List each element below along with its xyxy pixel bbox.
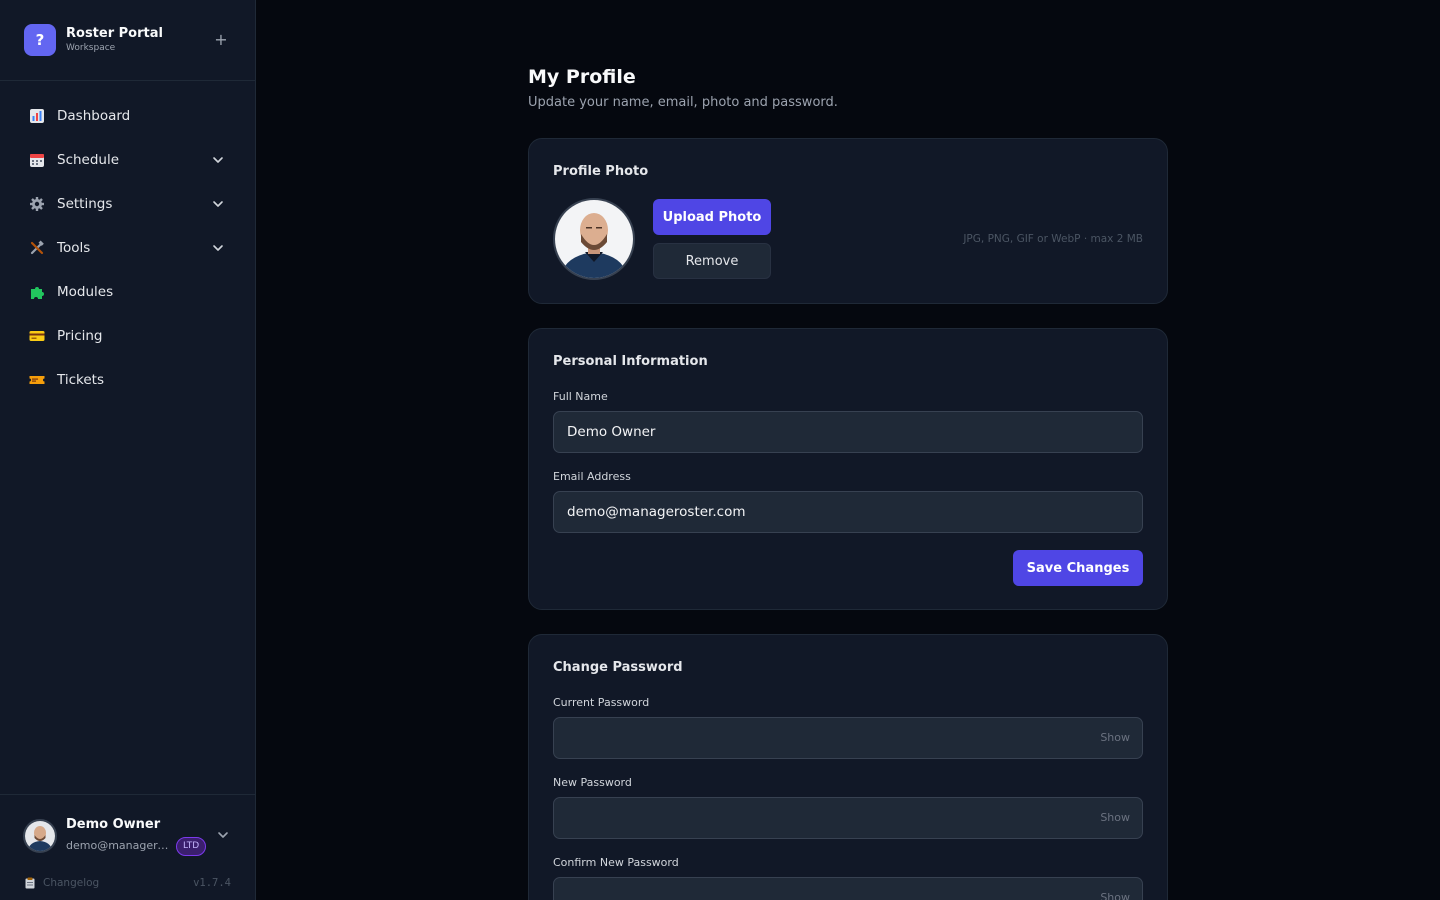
sidebar-item-label: Tickets xyxy=(57,372,104,388)
current-password-label: Current Password xyxy=(553,696,650,709)
sidebar-item-label: Schedule xyxy=(57,152,120,168)
save-changes-button[interactable]: Save Changes xyxy=(1013,550,1143,586)
confirm-password-input[interactable]: Show xyxy=(553,877,1143,900)
bar-chart-icon xyxy=(28,107,46,125)
card-title: Personal Information xyxy=(553,354,708,369)
sidebar-item-dashboard[interactable]: Dashboard xyxy=(0,94,255,138)
chevron-down-icon[interactable] xyxy=(211,153,225,167)
page-subtitle: Update your name, email, photo and passw… xyxy=(528,95,838,110)
sidebar-nav: Dashboard Schedule Settings Tools Module… xyxy=(0,81,255,402)
profile-photo-card: Profile Photo Upload Photo Remove JPG, P… xyxy=(528,138,1168,304)
brand-subtitle: Workspace xyxy=(66,43,116,53)
current-password-input[interactable]: Show xyxy=(553,717,1143,759)
app-version: v1.7.4 xyxy=(193,877,231,889)
ticket-icon xyxy=(28,371,46,389)
changelog-label: Changelog xyxy=(43,877,100,889)
brand-text: Roster Portal Workspace xyxy=(66,26,163,54)
sidebar-item-tools[interactable]: Tools xyxy=(0,226,255,270)
chevron-down-icon[interactable] xyxy=(211,197,225,211)
chevron-down-icon[interactable] xyxy=(216,828,230,842)
email-label: Email Address xyxy=(553,470,631,483)
gear-icon xyxy=(28,195,46,213)
photo-format-hint: JPG, PNG, GIF or WebP · max 2 MB xyxy=(963,233,1143,245)
brand-logo[interactable]: ? xyxy=(24,24,56,56)
show-password-toggle[interactable]: Show xyxy=(1100,731,1130,744)
show-password-toggle[interactable]: Show xyxy=(1100,891,1130,900)
sidebar-item-label: Settings xyxy=(57,196,113,212)
calendar-icon xyxy=(28,151,46,169)
confirm-password-label: Confirm New Password xyxy=(553,856,679,869)
upload-photo-button[interactable]: Upload Photo xyxy=(653,199,771,235)
changelog-link[interactable]: Changelog xyxy=(24,877,99,889)
user-email: demo@manageroster.com xyxy=(66,839,170,852)
chevron-down-icon[interactable] xyxy=(211,241,225,255)
new-password-label: New Password xyxy=(553,776,632,789)
card-title: Change Password xyxy=(553,660,683,675)
user-menu[interactable]: Demo Owner demo@manageroster.com LTD Cha… xyxy=(0,794,255,900)
sidebar-item-modules[interactable]: Modules xyxy=(0,270,255,314)
full-name-label: Full Name xyxy=(553,390,608,403)
sidebar-item-schedule[interactable]: Schedule xyxy=(0,138,255,182)
sidebar-item-pricing[interactable]: Pricing xyxy=(0,314,255,358)
email-input[interactable]: demo@manageroster.com xyxy=(553,491,1143,533)
sidebar-item-label: Pricing xyxy=(57,328,103,344)
show-password-toggle[interactable]: Show xyxy=(1100,811,1130,824)
user-name: Demo Owner xyxy=(66,817,161,832)
sidebar: ? Roster Portal Workspace + Dashboard Sc… xyxy=(0,0,256,900)
add-workspace-icon[interactable]: + xyxy=(213,30,229,50)
sidebar-item-label: Tools xyxy=(57,240,91,256)
new-password-input[interactable]: Show xyxy=(553,797,1143,839)
credit-card-icon xyxy=(28,327,46,345)
clipboard-icon xyxy=(25,877,35,889)
puzzle-icon xyxy=(28,283,46,301)
change-password-card: Change Password Current Password Show Ne… xyxy=(528,634,1168,900)
tools-icon xyxy=(28,239,46,257)
brand-title: Roster Portal xyxy=(66,26,163,41)
sidebar-item-label: Dashboard xyxy=(57,108,131,124)
full-name-input[interactable]: Demo Owner xyxy=(553,411,1143,453)
avatar[interactable] xyxy=(23,819,57,853)
profile-photo xyxy=(553,198,635,280)
sidebar-item-settings[interactable]: Settings xyxy=(0,182,255,226)
sidebar-item-tickets[interactable]: Tickets xyxy=(0,358,255,402)
remove-photo-button[interactable]: Remove xyxy=(653,243,771,279)
personal-information-card: Personal Information Full Name Demo Owne… xyxy=(528,328,1168,610)
sidebar-item-label: Modules xyxy=(57,284,114,300)
page-title: My Profile xyxy=(528,66,636,88)
plan-badge: LTD xyxy=(176,837,207,856)
brand-header: ? Roster Portal Workspace + xyxy=(0,0,255,81)
card-title: Profile Photo xyxy=(553,164,649,179)
